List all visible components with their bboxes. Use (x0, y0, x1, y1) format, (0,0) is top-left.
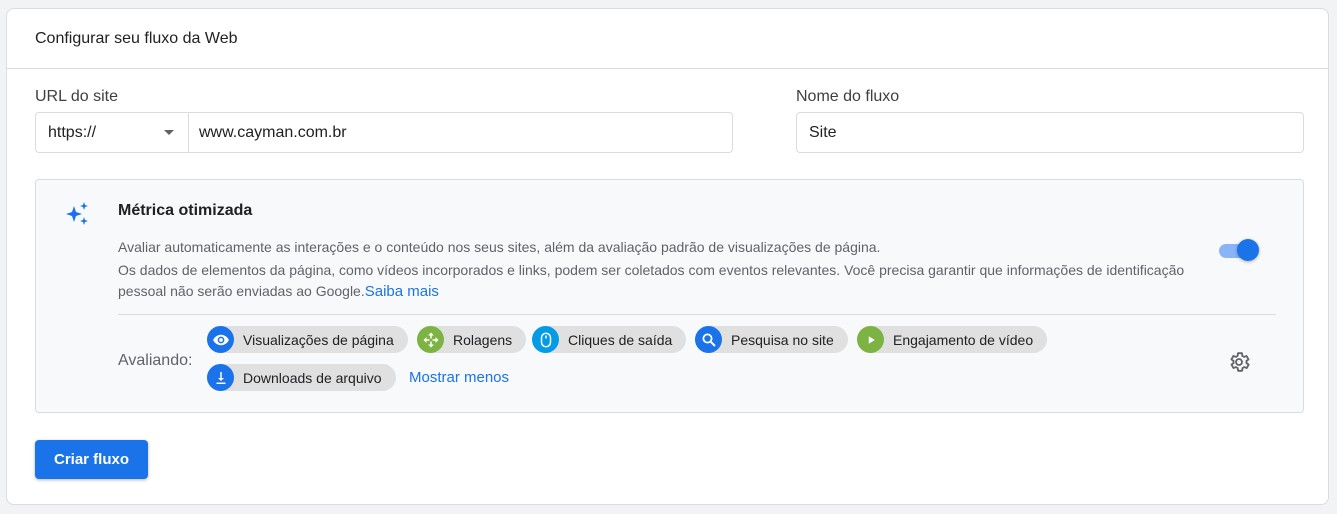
card-title: Configurar seu fluxo da Web (7, 9, 1328, 69)
chip-scrolls[interactable]: Rolagens (417, 326, 527, 353)
learn-more-link[interactable]: Saiba mais (365, 283, 439, 300)
url-input[interactable]: www.cayman.com.br (189, 113, 732, 152)
chip-video-engagement[interactable]: Engajamento de vídeo (857, 326, 1048, 353)
chip-label: Pesquisa no site (731, 331, 834, 348)
enhanced-measurement-panel: Métrica otimizada Avaliar automaticament… (35, 179, 1304, 413)
play-icon (857, 326, 884, 353)
show-less-link[interactable]: Mostrar menos (409, 369, 509, 386)
create-stream-button[interactable]: Criar fluxo (35, 440, 148, 479)
download-icon (207, 364, 234, 391)
chip-label: Cliques de saída (568, 331, 673, 348)
scroll-icon (417, 326, 444, 353)
protocol-select[interactable]: https:// (36, 113, 189, 152)
mouse-icon (532, 326, 559, 353)
eye-icon (207, 326, 234, 353)
description-line-2: Os dados de elementos da página, como ví… (118, 260, 1198, 302)
chip-label: Engajamento de vídeo (893, 331, 1034, 348)
toggle-thumb (1237, 239, 1259, 261)
chevron-down-icon (164, 130, 174, 135)
stream-name-input[interactable]: Site (796, 112, 1304, 153)
enhanced-measurement-toggle[interactable] (1217, 238, 1261, 264)
chip-page-views[interactable]: Visualizações de página (207, 326, 408, 353)
protocol-value: https:// (48, 123, 97, 141)
enhanced-measurement-title: Métrica otimizada (118, 202, 253, 219)
chip-label: Downloads de arquivo (243, 369, 382, 386)
search-icon (695, 326, 722, 353)
url-field-group: https:// www.cayman.com.br (35, 112, 733, 153)
chip-site-search[interactable]: Pesquisa no site (695, 326, 848, 353)
divider (118, 314, 1276, 315)
description-text: Os dados de elementos da página, como ví… (118, 262, 1185, 299)
sparkle-icon (66, 202, 88, 225)
chip-outbound-clicks[interactable]: Cliques de saída (532, 326, 687, 353)
gear-icon[interactable] (1227, 350, 1251, 374)
url-label: URL do site (35, 88, 118, 105)
chip-file-downloads[interactable]: Downloads de arquivo (207, 364, 396, 391)
chip-label: Visualizações de página (243, 331, 394, 348)
description-line-1: Avaliar automaticamente as interações e … (118, 239, 881, 255)
evaluating-label: Avaliando: (118, 352, 193, 369)
stream-name-label: Nome do fluxo (796, 88, 900, 105)
stream-setup-card: Configurar seu fluxo da Web URL do site … (6, 8, 1329, 505)
chip-label: Rolagens (453, 331, 513, 348)
